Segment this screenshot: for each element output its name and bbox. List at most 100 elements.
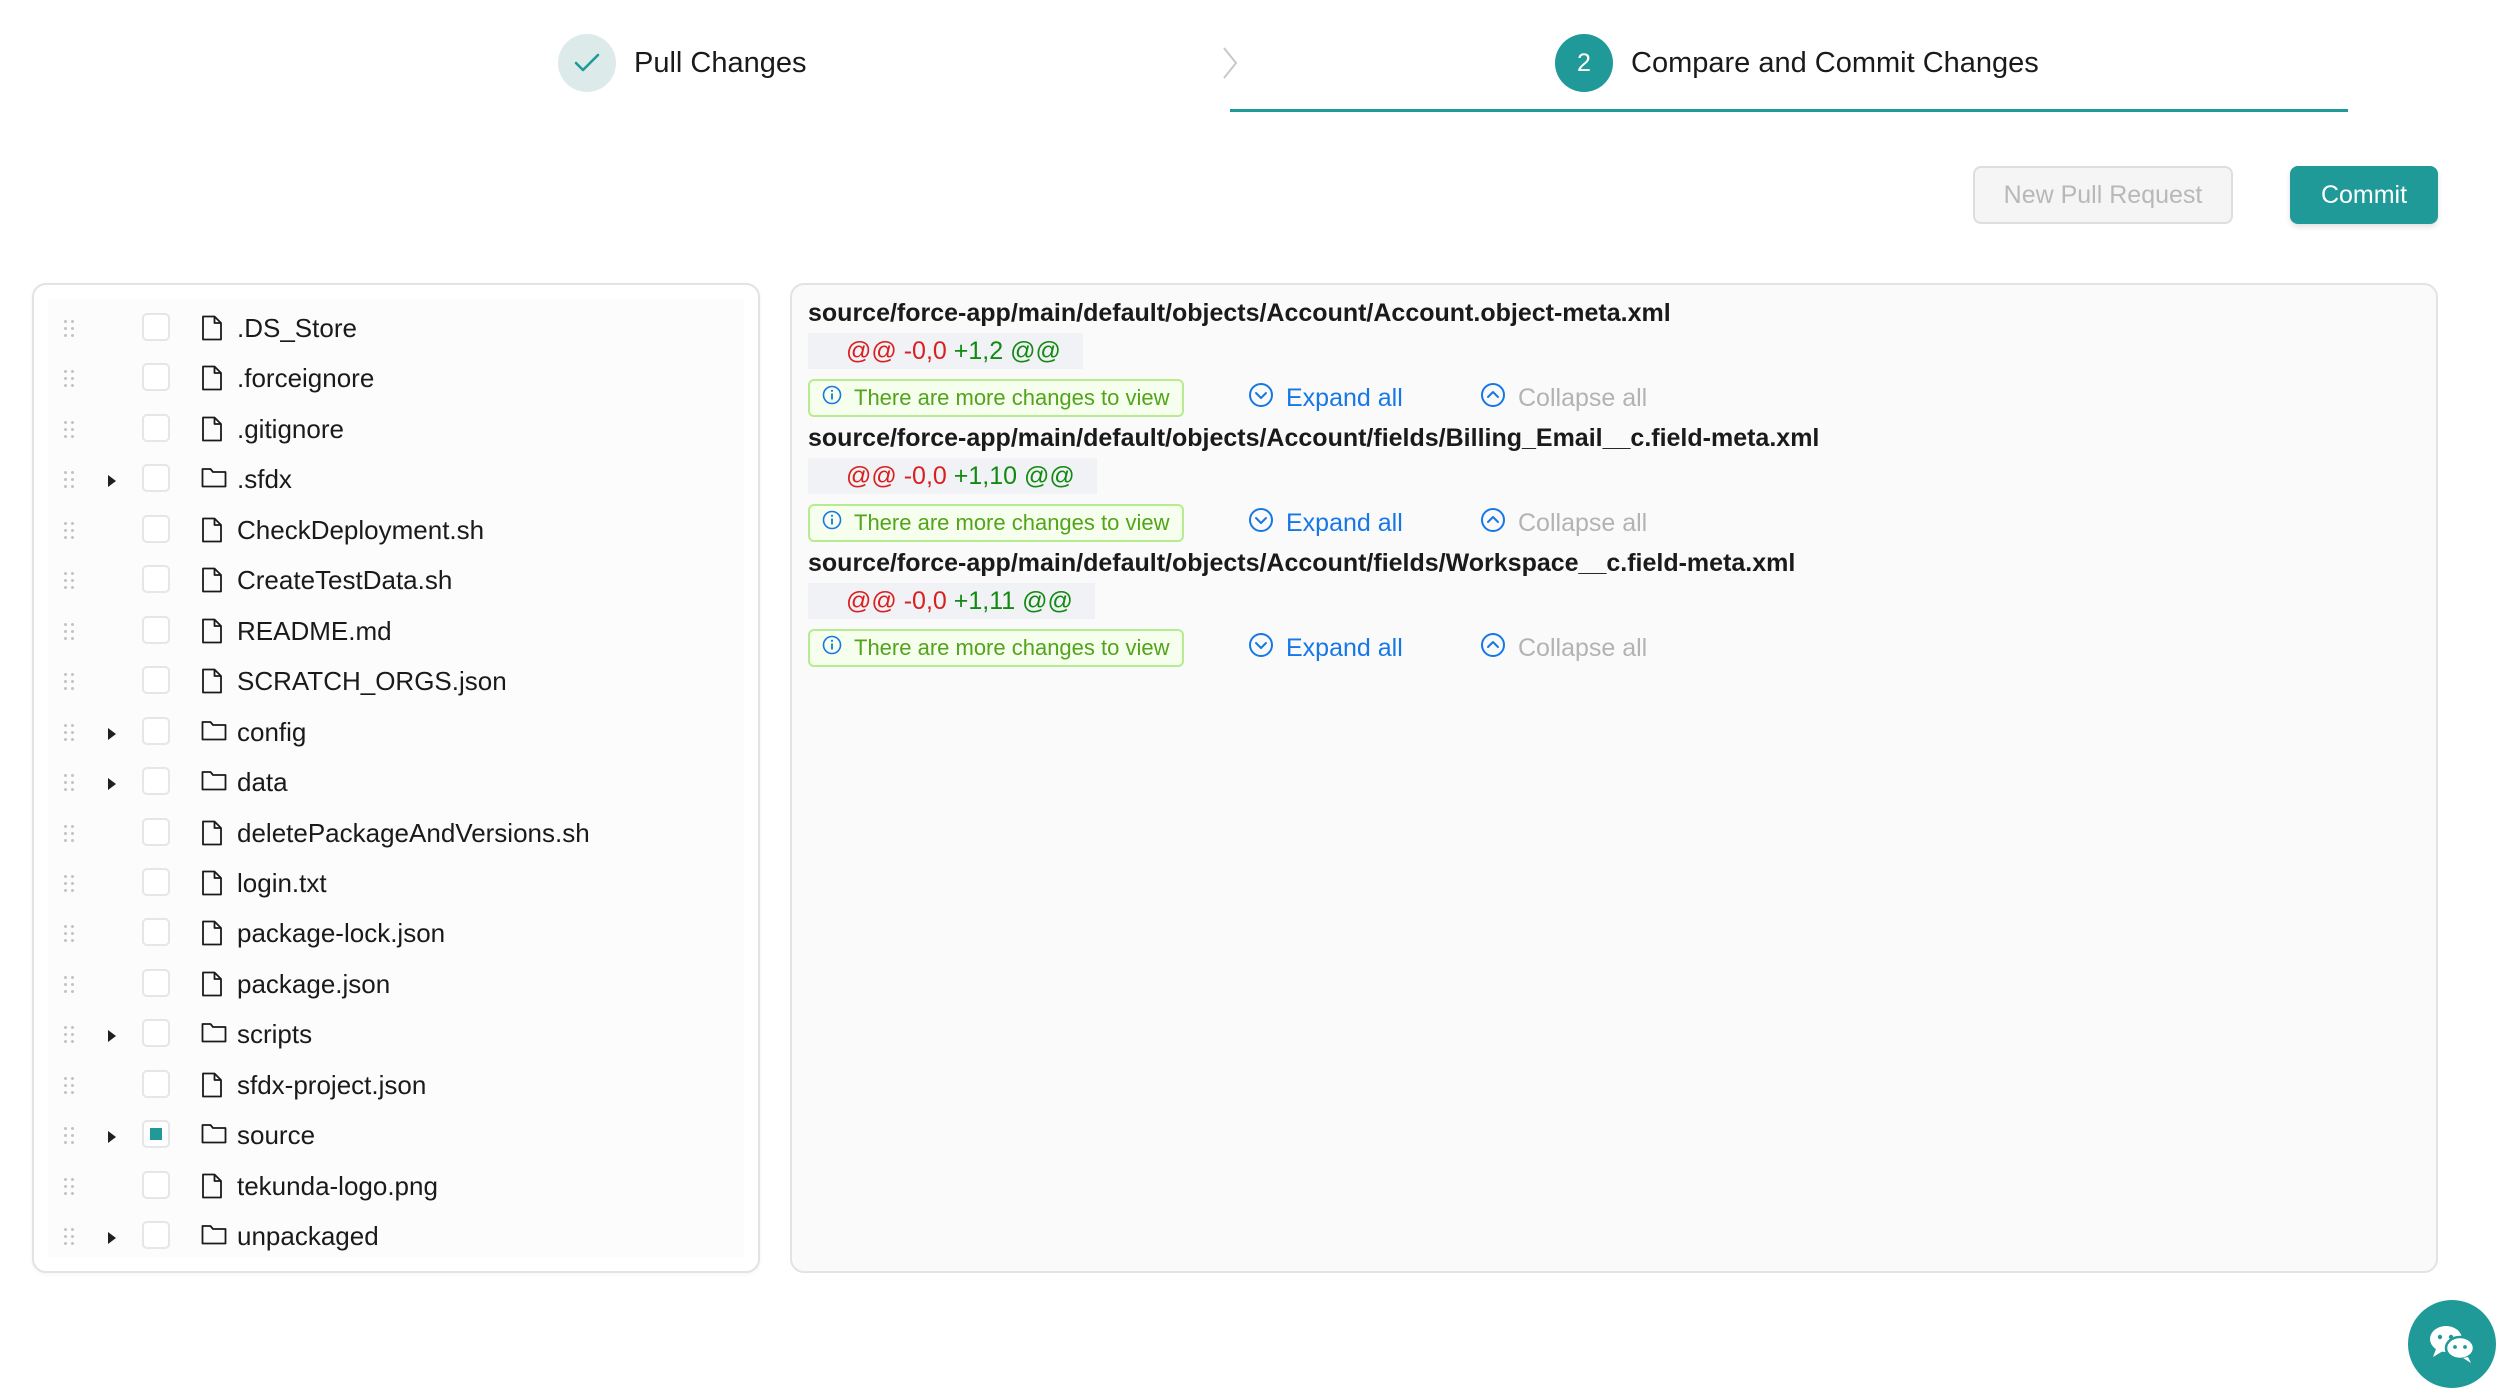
collapse-circle-icon [1480, 507, 1518, 540]
tree-item-name: .forceignore [237, 363, 375, 394]
chat-button[interactable] [2408, 1300, 2496, 1388]
tree-checkbox[interactable] [142, 968, 170, 997]
file-icon [201, 365, 223, 396]
drag-handle-icon[interactable] [62, 620, 76, 641]
tree-row[interactable]: scripts [48, 1009, 744, 1059]
tree-row[interactable]: README.md [48, 606, 744, 656]
new-pull-request-button[interactable]: New Pull Request [1973, 166, 2233, 224]
drag-handle-icon[interactable] [62, 519, 76, 540]
tree-checkbox[interactable] [142, 464, 170, 493]
tree-row[interactable]: .gitignore [48, 404, 744, 454]
drag-handle-icon[interactable] [62, 772, 76, 793]
tree-checkbox[interactable] [142, 767, 170, 796]
expand-all-label: Expand all [1286, 508, 1403, 537]
expand-caret-icon[interactable] [108, 1131, 116, 1144]
collapse-all-link[interactable]: Collapse all [1480, 629, 1647, 667]
tree-checkbox[interactable] [142, 918, 170, 947]
tree-checkbox[interactable] [142, 1069, 170, 1098]
tree-row[interactable]: CreateTestData.sh [48, 555, 744, 605]
tree-row[interactable]: deletePackageAndVersions.sh [48, 808, 744, 858]
diff-hunk-header: @@ -0,0 +1,11 @@ [808, 583, 1095, 619]
expand-all-link[interactable]: Expand all [1248, 629, 1403, 667]
tree-checkbox[interactable] [142, 716, 170, 745]
collapse-all-link[interactable]: Collapse all [1480, 504, 1647, 542]
drag-handle-icon[interactable] [62, 570, 76, 591]
tree-checkbox[interactable] [142, 1120, 170, 1149]
tree-checkbox[interactable] [142, 1170, 170, 1199]
drag-handle-icon[interactable] [62, 721, 76, 742]
tree-row[interactable]: tekunda-logo.png [48, 1161, 744, 1211]
expand-caret-icon[interactable] [108, 727, 116, 740]
folder-icon [201, 719, 227, 746]
diff-file-path: source/force-app/main/default/objects/Ac… [808, 549, 1796, 577]
tree-row[interactable]: login.txt [48, 858, 744, 908]
file-icon [201, 668, 223, 699]
expand-all-link[interactable]: Expand all [1248, 379, 1403, 417]
tree-checkbox[interactable] [142, 1019, 170, 1048]
drag-handle-icon[interactable] [62, 1226, 76, 1247]
tree-row[interactable]: .DS_Store [48, 303, 744, 353]
tree-item-name: package-lock.json [237, 918, 446, 949]
tree-row[interactable]: SCRATCH_ORGS.json [48, 656, 744, 706]
tree-row[interactable]: data [48, 757, 744, 807]
tree-row[interactable]: source [48, 1110, 744, 1160]
step-compare-commit[interactable]: 2 Compare and Commit Changes [1555, 34, 2039, 92]
drag-handle-icon[interactable] [62, 1024, 76, 1045]
step-pull-changes[interactable]: Pull Changes [558, 34, 807, 92]
tree-row[interactable]: package-lock.json [48, 908, 744, 958]
tree-checkbox[interactable] [142, 817, 170, 846]
drag-handle-icon[interactable] [62, 1074, 76, 1095]
drag-handle-icon[interactable] [62, 368, 76, 389]
expand-caret-icon[interactable] [108, 1030, 116, 1043]
tree-checkbox[interactable] [142, 363, 170, 392]
tree-checkbox[interactable] [142, 666, 170, 695]
tree-row[interactable]: config [48, 707, 744, 757]
tree-row[interactable]: package.json [48, 959, 744, 1009]
drag-handle-icon[interactable] [62, 923, 76, 944]
tree-row[interactable]: .sfdx [48, 454, 744, 504]
diff-hunk-header: @@ -0,0 +1,2 @@ [808, 333, 1083, 369]
drag-handle-icon[interactable] [62, 418, 76, 439]
tree-row[interactable]: .forceignore [48, 353, 744, 403]
info-icon [822, 635, 854, 661]
drag-handle-icon[interactable] [62, 1125, 76, 1146]
file-icon [201, 920, 223, 951]
tree-checkbox[interactable] [142, 313, 170, 341]
hunk-removed-range: -0,0 [903, 587, 947, 615]
tree-checkbox[interactable] [142, 413, 170, 442]
expand-caret-icon[interactable] [108, 475, 116, 488]
tree-item-name: SCRATCH_ORGS.json [237, 666, 507, 697]
tree-checkbox[interactable] [142, 565, 170, 594]
folder-icon [201, 1122, 227, 1149]
expand-all-label: Expand all [1286, 633, 1403, 662]
step-title: Compare and Commit Changes [1631, 46, 2039, 79]
tree-checkbox[interactable] [142, 1221, 170, 1250]
drag-handle-icon[interactable] [62, 872, 76, 893]
tree-checkbox[interactable] [142, 615, 170, 644]
expand-caret-icon[interactable] [108, 1232, 116, 1245]
expand-all-link[interactable]: Expand all [1248, 504, 1403, 542]
drag-handle-icon[interactable] [62, 973, 76, 994]
commit-button[interactable]: Commit [2290, 166, 2438, 224]
expand-caret-icon[interactable] [108, 778, 116, 791]
file-icon [201, 1173, 223, 1204]
drag-handle-icon[interactable] [62, 318, 76, 338]
expand-circle-icon [1248, 632, 1286, 665]
hunk-marker: @@ [1023, 462, 1075, 490]
drag-handle-icon[interactable] [62, 822, 76, 843]
hunk-removed-range: -0,0 [903, 462, 947, 490]
check-icon [558, 34, 616, 92]
tree-row[interactable]: sfdx-project.json [48, 1060, 744, 1110]
tree-item-name: CheckDeployment.sh [237, 514, 485, 545]
drag-handle-icon[interactable] [62, 1175, 76, 1196]
tree-checkbox[interactable] [142, 867, 170, 896]
collapse-all-link[interactable]: Collapse all [1480, 379, 1647, 417]
expand-circle-icon [1248, 382, 1286, 415]
tree-item-name: sfdx-project.json [237, 1069, 427, 1100]
drag-handle-icon[interactable] [62, 469, 76, 490]
tree-row[interactable]: unpackaged [48, 1211, 744, 1261]
drag-handle-icon[interactable] [62, 671, 76, 692]
tree-row[interactable]: CheckDeployment.sh [48, 505, 744, 555]
tree-checkbox[interactable] [142, 514, 170, 543]
hunk-marker: @@ [846, 337, 897, 365]
